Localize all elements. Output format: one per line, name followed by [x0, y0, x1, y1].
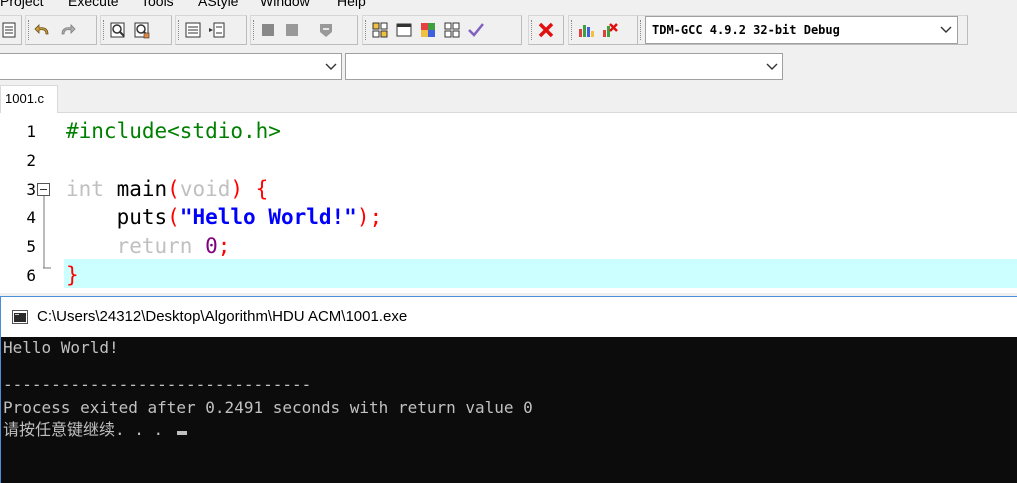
menu-project[interactable]: Project — [0, 0, 44, 9]
debug-icon[interactable] — [599, 19, 621, 41]
line-number: 3 — [26, 180, 36, 199]
replace-icon[interactable] — [131, 19, 153, 41]
tab-1001-c[interactable]: 1001.c — [0, 85, 58, 113]
undo-icon[interactable] — [32, 19, 54, 41]
class-browser-toolbar — [0, 50, 1017, 83]
menu-astyle[interactable]: AStyle — [198, 0, 238, 9]
console-line-exit-status: Process exited after 0.2491 seconds with… — [3, 398, 533, 417]
toolbar-group-edit — [25, 15, 97, 45]
console-output[interactable]: Hello World! ---------------------------… — [1, 337, 1017, 483]
add-to-project-icon[interactable] — [257, 19, 279, 41]
indent-icon[interactable] — [182, 19, 204, 41]
menu-help[interactable]: Help — [337, 0, 366, 9]
console-line-separator: -------------------------------- — [3, 375, 312, 394]
toolbar-group-project — [250, 15, 358, 45]
toolbar-group-stop — [528, 15, 564, 45]
chevron-down-icon — [765, 54, 779, 79]
code-line-3: int main(void) { — [66, 177, 269, 201]
editor-tabs: 1001.c — [0, 83, 1017, 113]
code-line-1: #include<stdio.h> — [66, 119, 281, 143]
code-editor[interactable]: 1 2 3 4 5 6 #include<stdio.h> int main(v… — [0, 113, 1017, 293]
console-line-prompt: 请按任意键继续. . . — [3, 420, 187, 440]
goto-line-icon[interactable] — [206, 19, 228, 41]
toolbar-group-debug — [568, 15, 638, 45]
project-options-icon[interactable] — [315, 19, 337, 41]
compiler-select[interactable]: TDM-GCC 4.9.2 32-bit Debug — [645, 16, 958, 44]
tab-label: 1001.c — [5, 91, 45, 106]
current-line-highlight — [64, 259, 1017, 288]
fold-collapse-icon[interactable] — [37, 183, 50, 196]
code-line-4: puts("Hello World!"); — [116, 205, 383, 229]
grid-layout-icon[interactable] — [441, 19, 463, 41]
console-window-icon — [12, 310, 28, 324]
line-number: 2 — [26, 151, 36, 170]
code-line-6: } — [66, 263, 79, 287]
toolbar-group-view — [175, 15, 247, 45]
remove-from-project-icon[interactable] — [281, 19, 303, 41]
redo-icon[interactable] — [56, 19, 78, 41]
console-line-output: Hello World! — [3, 338, 119, 357]
toolbar-group-window — [362, 15, 522, 45]
color-layout-icon[interactable] — [417, 19, 439, 41]
full-screen-icon[interactable] — [393, 19, 415, 41]
fold-line — [43, 196, 45, 268]
menu-window[interactable]: Window — [260, 0, 310, 9]
class-select[interactable] — [0, 53, 342, 80]
menu-execute[interactable]: Execute — [68, 0, 119, 9]
profile-chart-icon[interactable] — [575, 19, 597, 41]
stop-icon[interactable] — [535, 19, 557, 41]
find-icon[interactable] — [107, 19, 129, 41]
check-syntax-icon[interactable] — [465, 19, 487, 41]
code-line-5: return 0; — [116, 234, 231, 258]
console-title-bar[interactable]: C:\Users\24312\Desktop\Algorithm\HDU ACM… — [1, 297, 1017, 337]
toolbar-group-search — [100, 15, 172, 45]
line-number: 1 — [26, 122, 36, 141]
tile-windows-icon[interactable] — [369, 19, 391, 41]
menu-tools[interactable]: Tools — [141, 0, 174, 9]
line-number: 6 — [26, 266, 36, 285]
chevron-down-icon — [939, 17, 953, 43]
console-cursor — [176, 431, 187, 435]
toolbar-group-file — [0, 15, 22, 45]
chevron-down-icon — [324, 54, 338, 79]
line-number: 4 — [26, 208, 36, 227]
member-select[interactable] — [345, 53, 783, 80]
console-window[interactable]: C:\Users\24312\Desktop\Algorithm\HDU ACM… — [0, 296, 1017, 483]
fold-end — [43, 267, 51, 269]
print-icon[interactable] — [0, 19, 19, 41]
menu-bar: Project Execute Tools AStyle Window Help — [0, 0, 1017, 10]
console-title: C:\Users\24312\Desktop\Algorithm\HDU ACM… — [37, 308, 408, 325]
line-number: 5 — [26, 237, 36, 256]
compiler-select-value: TDM-GCC 4.9.2 32-bit Debug — [652, 23, 840, 37]
